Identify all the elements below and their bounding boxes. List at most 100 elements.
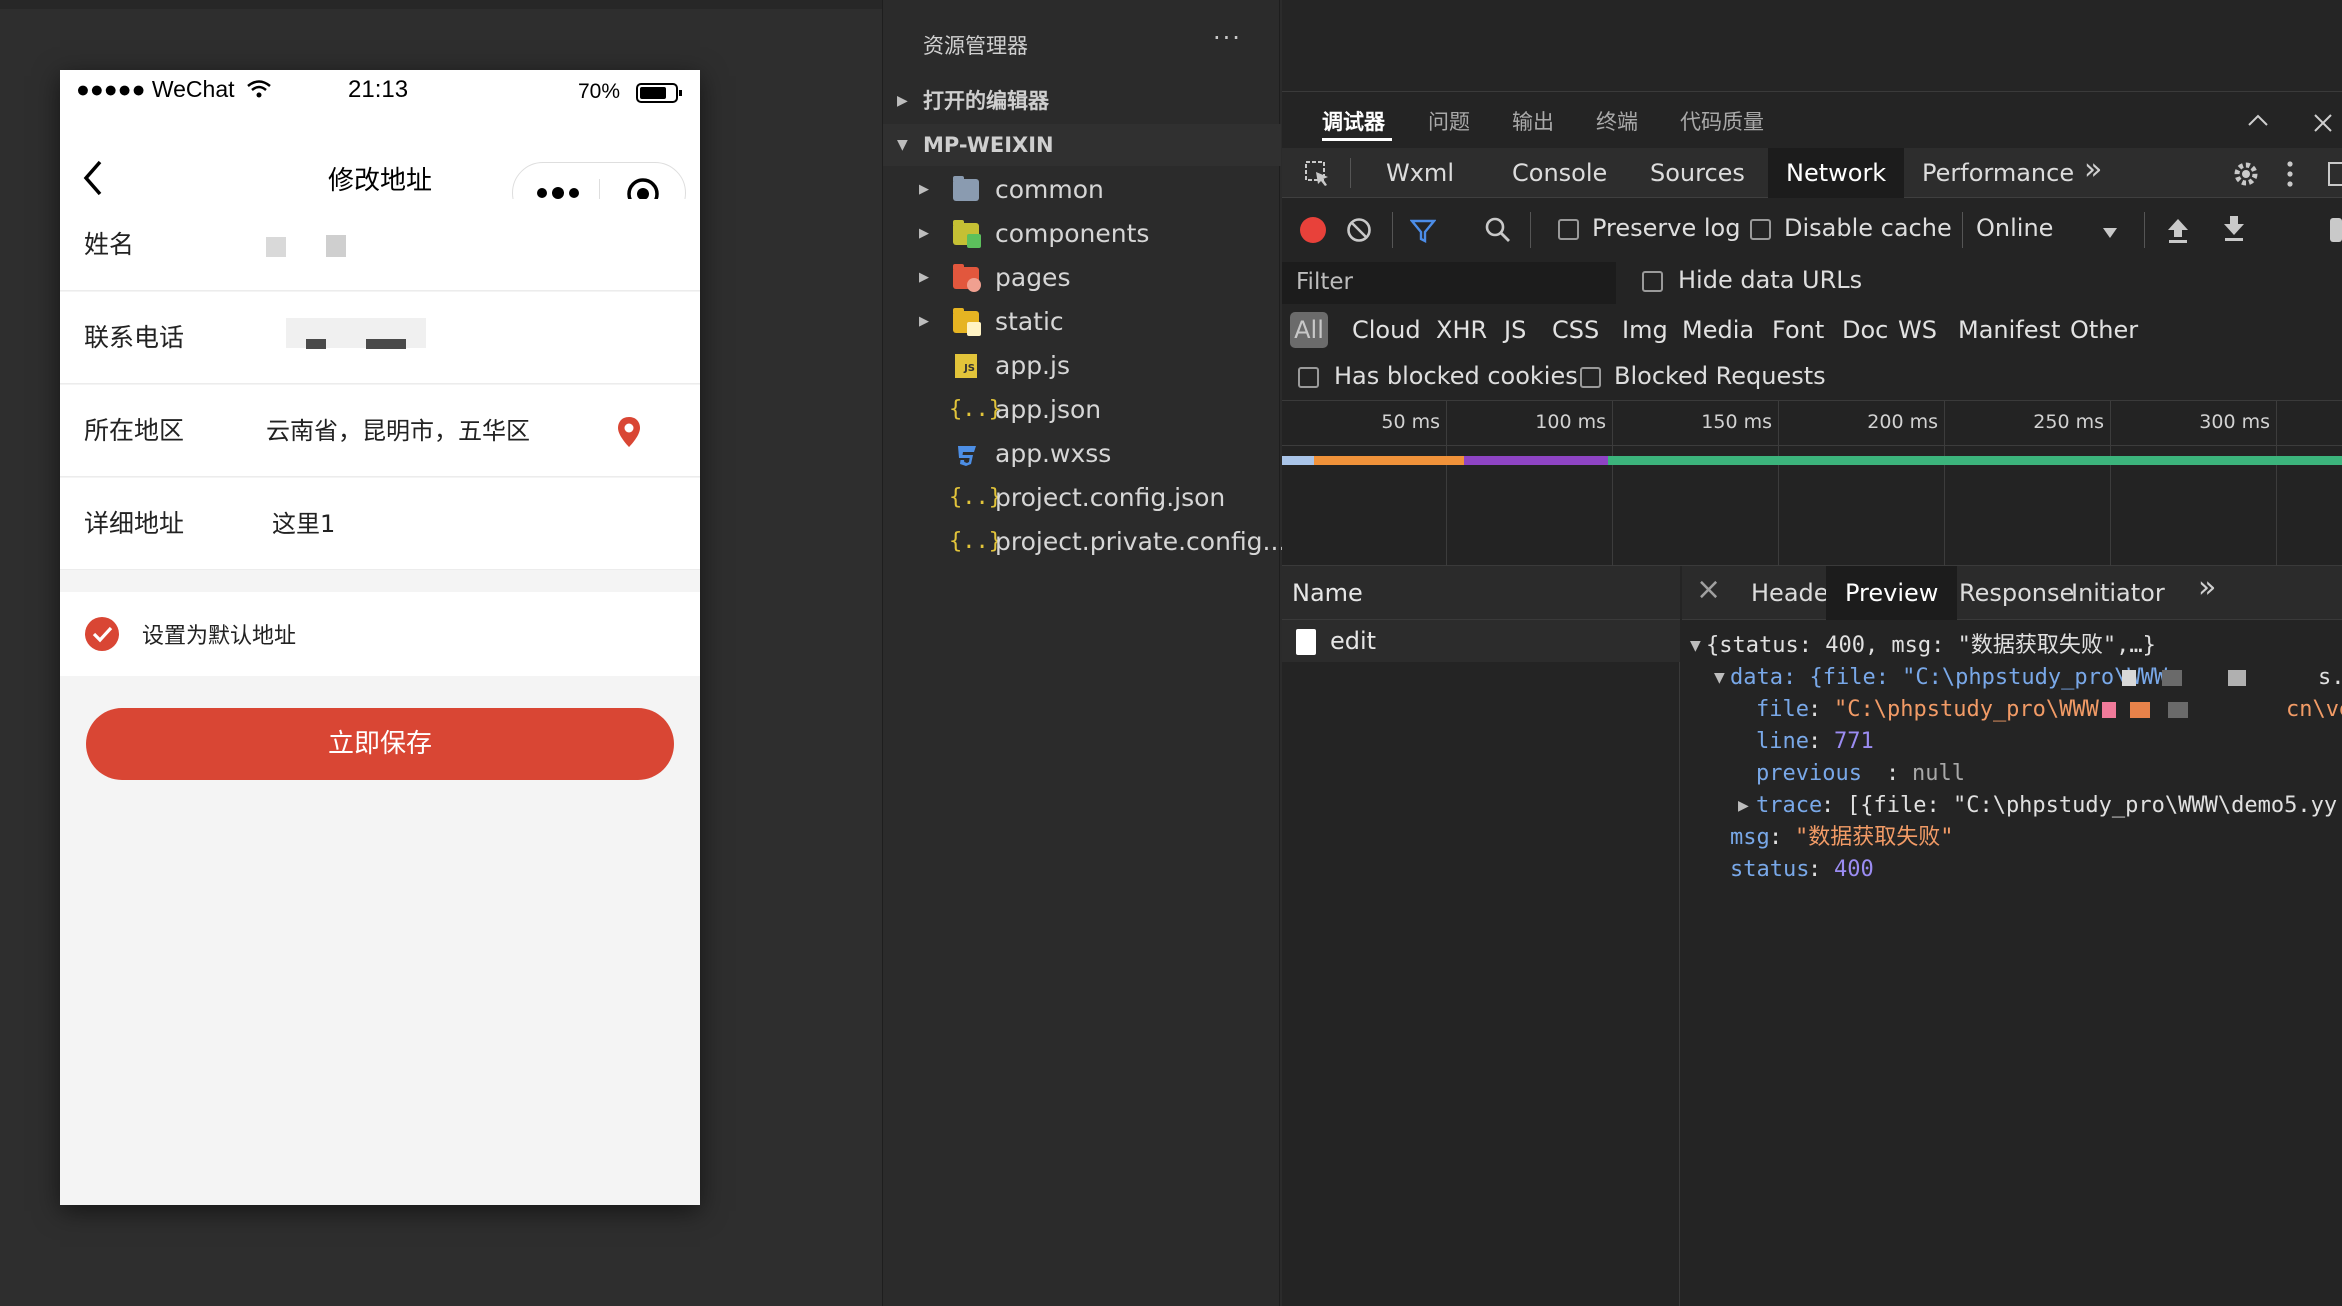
request-row[interactable]: edit — [1282, 620, 1680, 662]
export-har-icon[interactable] — [2222, 214, 2246, 242]
more-tabs-icon[interactable]: » — [2084, 152, 2102, 187]
type-filter-css[interactable]: CSS — [1552, 312, 1599, 348]
timeline-tick-label: 150 ms — [1701, 411, 1772, 433]
close-details-icon[interactable]: × — [1696, 572, 1721, 607]
phone-screen: ●●●●● WeChat 21:13 70% 修改地址 姓名 联系电话 所在地区… — [60, 70, 700, 1205]
tree-item-static[interactable]: ▶ static — [883, 300, 1281, 344]
search-icon[interactable] — [1484, 216, 1512, 244]
tree-item-label: components — [995, 219, 1150, 248]
clear-icon[interactable] — [1346, 217, 1372, 243]
type-filter-manifest[interactable]: Manifest — [1958, 312, 2060, 348]
tab-initiator[interactable]: Initiator — [2052, 566, 2184, 620]
preserve-log-checkbox[interactable] — [1558, 219, 1579, 240]
name-row[interactable]: 姓名 — [60, 199, 700, 291]
type-filter-doc[interactable]: Doc — [1842, 312, 1888, 348]
toolbar-divider — [1530, 212, 1531, 248]
import-har-icon[interactable] — [2166, 216, 2190, 244]
default-address-row[interactable]: 设置为默认地址 — [60, 592, 700, 676]
redacted-phone — [366, 339, 406, 349]
detail-address-value[interactable]: 这里1 — [272, 478, 335, 570]
save-button[interactable]: 立即保存 — [86, 708, 674, 780]
type-filter-xhr[interactable]: XHR — [1436, 312, 1487, 348]
detail-address-row[interactable]: 详细地址 这里1 — [60, 478, 700, 570]
throttle-select[interactable]: Online — [1976, 214, 2053, 242]
location-pin-icon[interactable] — [616, 415, 642, 449]
tab-network[interactable]: Network — [1768, 148, 1905, 198]
network-settings-icon[interactable] — [2330, 218, 2342, 242]
explorer-title: 资源管理器 — [923, 34, 1028, 58]
hide-data-urls-checkbox[interactable] — [1642, 271, 1663, 292]
detail-tabbar: × Headers Preview Response Initiator » — [1682, 566, 2342, 620]
json-trace-key: trace — [1756, 793, 1823, 818]
tree-item-app-json[interactable]: {..} app.json — [883, 388, 1281, 432]
open-editors-section[interactable]: ▶ 打开的编辑器 — [883, 80, 1281, 122]
tab-console[interactable]: Console — [1494, 148, 1625, 198]
type-filter-img[interactable]: Img — [1622, 312, 1668, 348]
name-column-header[interactable]: Name — [1282, 566, 1680, 620]
more-vert-icon[interactable] — [2286, 160, 2294, 188]
expanded-arrow-icon[interactable]: ▼ — [1690, 630, 1701, 662]
type-filter-all[interactable]: All — [1290, 312, 1328, 348]
tab-preview[interactable]: Preview — [1826, 566, 1958, 620]
type-filter-cloud[interactable]: Cloud — [1352, 312, 1421, 348]
tree-item-components[interactable]: ▶ components — [883, 212, 1281, 256]
tree-item-app-js[interactable]: JS app.js — [883, 344, 1281, 388]
tab-debugger[interactable]: 调试器 — [1322, 106, 1385, 136]
timeline-tick-label: 50 ms — [1381, 411, 1440, 433]
request-list: Name edit — [1282, 566, 1680, 1306]
tab-sources[interactable]: Sources — [1632, 148, 1763, 198]
toolbar-divider — [1392, 212, 1393, 248]
type-filter-media[interactable]: Media — [1682, 312, 1754, 348]
tab-wxml[interactable]: Wxml — [1368, 148, 1472, 198]
close-panel-icon[interactable] — [2312, 112, 2334, 134]
chevron-up-icon[interactable] — [2246, 112, 2270, 128]
disable-cache-checkbox[interactable] — [1750, 219, 1771, 240]
tab-output[interactable]: 输出 — [1512, 106, 1554, 136]
filter-icon[interactable] — [1409, 218, 1437, 244]
static-badge-icon — [967, 322, 981, 336]
tab-code-quality[interactable]: 代码质量 — [1680, 106, 1764, 136]
type-filter-other[interactable]: Other — [2070, 312, 2138, 348]
blocked-cookies-checkbox[interactable] — [1298, 367, 1319, 388]
tab-terminal[interactable]: 终端 — [1596, 106, 1638, 136]
redacted-path — [2162, 670, 2182, 686]
tree-item-app-wxss[interactable]: app.wxss — [883, 432, 1281, 476]
collapsed-arrow-icon[interactable]: ▶ — [1738, 790, 1749, 822]
region-value[interactable]: 云南省，昆明市，五华区 — [266, 385, 530, 477]
checkbox-checked-icon[interactable] — [84, 616, 120, 652]
timeline-overview[interactable]: 50 ms 100 ms 150 ms 200 ms 250 ms 300 ms — [1282, 400, 2342, 567]
tree-item-common[interactable]: ▶ common — [883, 168, 1281, 212]
tab-issues[interactable]: 问题 — [1428, 106, 1470, 136]
dropdown-arrow-icon[interactable] — [2102, 224, 2118, 238]
dock-icon[interactable] — [2328, 162, 2342, 186]
region-row[interactable]: 所在地区 云南省，昆明市，五华区 — [60, 385, 700, 477]
phone-row[interactable]: 联系电话 — [60, 292, 700, 384]
inspect-element-icon[interactable] — [1304, 160, 1332, 188]
blocked-requests-checkbox[interactable] — [1580, 367, 1601, 388]
record-icon[interactable] — [1300, 217, 1326, 243]
redacted-path — [2130, 702, 2150, 718]
type-filter-ws[interactable]: WS — [1898, 312, 1937, 348]
json-status-key: status — [1730, 857, 1810, 882]
tab-performance[interactable]: Performance — [1904, 148, 2092, 198]
settings-gear-icon[interactable] — [2232, 160, 2260, 188]
tree-item-label: app.json — [995, 395, 1102, 424]
filter-placeholder: Filter — [1296, 269, 1353, 295]
filter-input[interactable]: Filter — [1282, 262, 1616, 304]
detail-address-label: 详细地址 — [84, 509, 185, 538]
wifi-icon — [246, 78, 272, 100]
tree-item-pages[interactable]: ▶ pages — [883, 256, 1281, 300]
tree-item-project-private-config[interactable]: {..} project.private.config... — [883, 520, 1286, 564]
phone-label: 联系电话 — [84, 323, 185, 352]
tree-item-label: pages — [995, 263, 1071, 292]
type-filter-font[interactable]: Font — [1772, 312, 1824, 348]
expanded-arrow-icon[interactable]: ▼ — [1714, 662, 1725, 694]
tree-item-project-config[interactable]: {..} project.config.json — [883, 476, 1281, 520]
request-name: edit — [1330, 627, 1377, 655]
json-colon: : — [1769, 825, 1783, 850]
default-address-label: 设置为默认地址 — [142, 624, 297, 649]
explorer-menu-icon[interactable]: ··· — [1213, 24, 1242, 52]
type-filter-js[interactable]: JS — [1504, 312, 1526, 348]
more-detail-tabs-icon[interactable]: » — [2198, 570, 2216, 605]
project-section[interactable]: ▼ MP-WEIXIN — [883, 124, 1281, 166]
